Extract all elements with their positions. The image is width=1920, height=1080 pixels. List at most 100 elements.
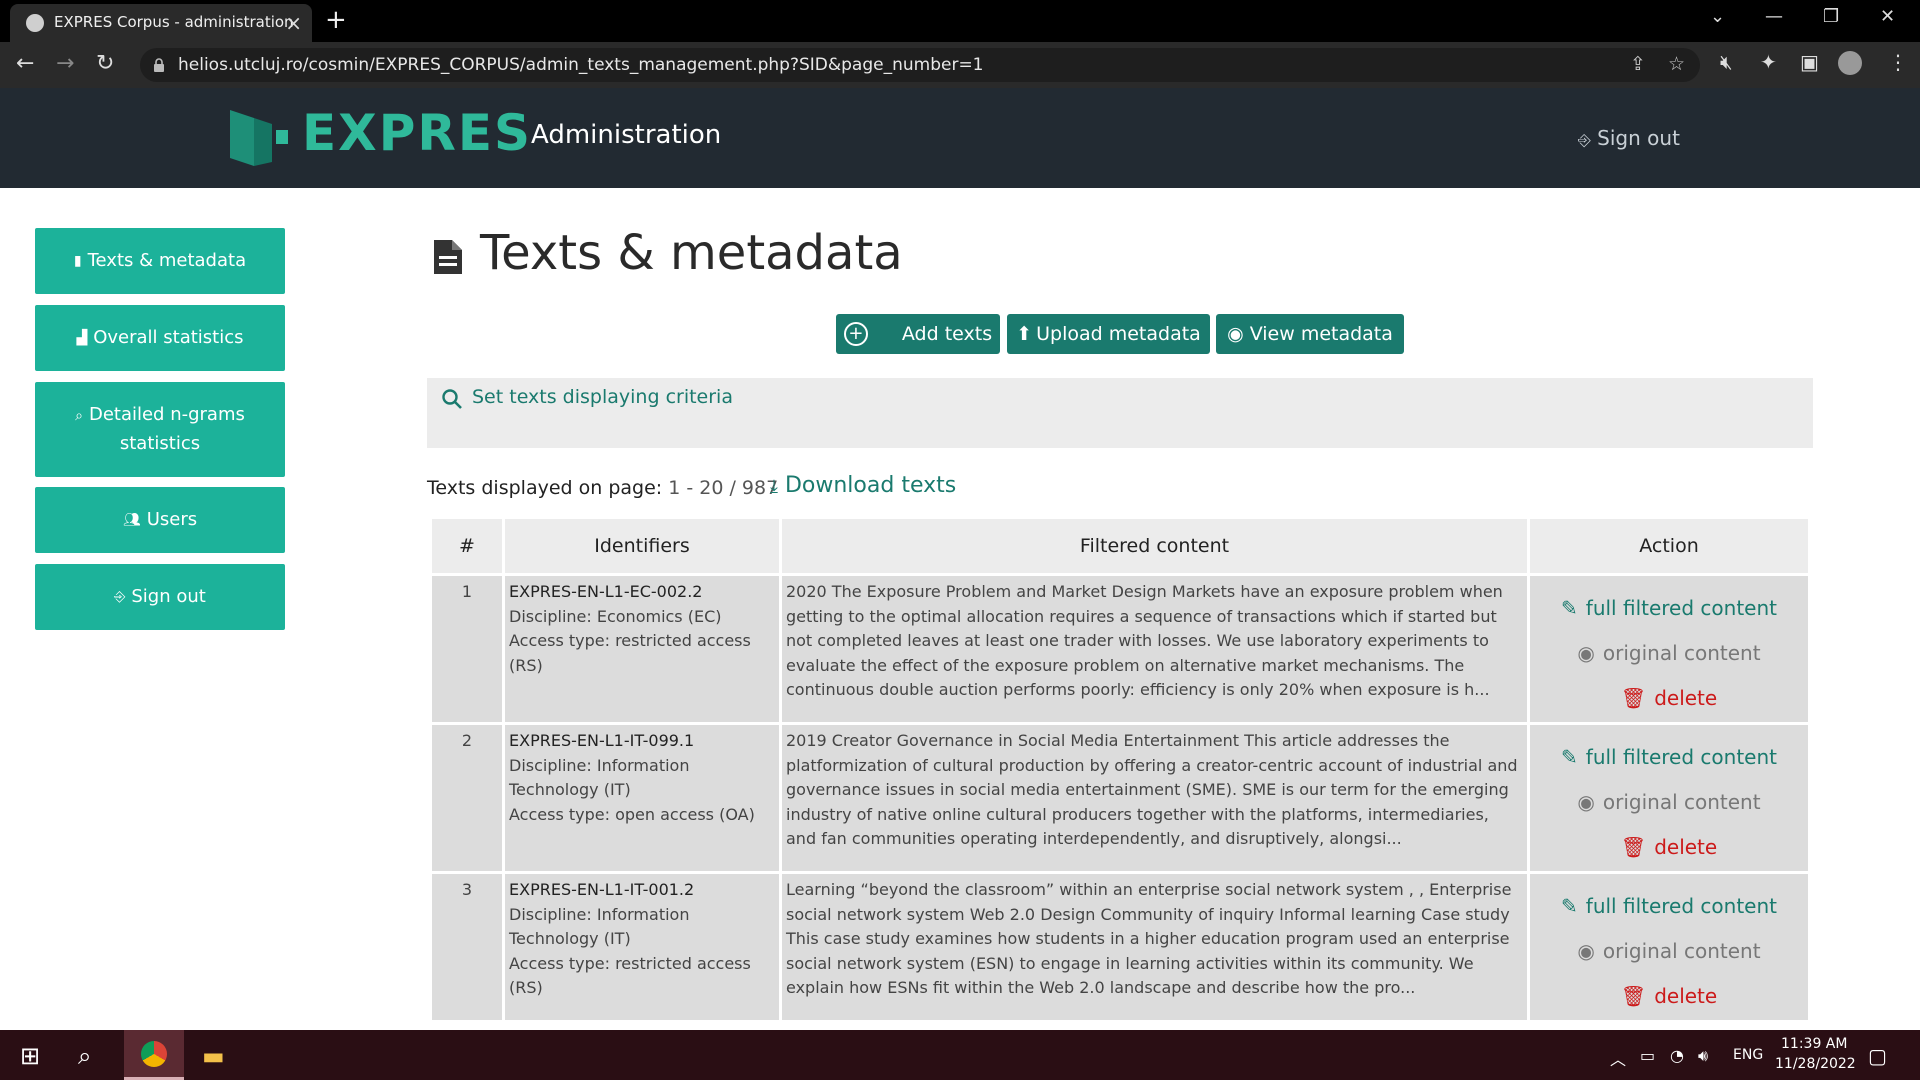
text-code: EXPRES-EN-L1-IT-099.1: [509, 731, 695, 750]
sidebar-item-label: Texts & metadata: [87, 250, 247, 271]
new-tab-button[interactable]: +: [325, 5, 347, 35]
logo-text[interactable]: EXPRES: [302, 104, 532, 162]
restore-icon[interactable]: ❐: [1823, 6, 1839, 27]
minimize-icon[interactable]: —: [1765, 6, 1783, 27]
tab-search-icon[interactable]: ⌄: [1710, 6, 1725, 27]
taskbar-chrome-app[interactable]: [124, 1030, 184, 1080]
column-header-action: Action: [1530, 519, 1808, 573]
sidebar-item-statistics[interactable]: ▟ Overall statistics: [35, 305, 285, 371]
full-filtered-content-link[interactable]: ✎ full filtered content: [1531, 586, 1807, 631]
upload-metadata-button[interactable]: ⬆ Upload metadata: [1007, 314, 1210, 354]
sidebar-item-ngrams[interactable]: ⌕ Detailed n-grams statistics: [35, 382, 285, 477]
view-metadata-button[interactable]: ◉ View metadata: [1216, 314, 1404, 354]
identifiers-cell: EXPRES-EN-L1-EC-002.2 Discipline: Econom…: [505, 576, 779, 722]
row-number: 3: [432, 874, 502, 1020]
windows-start-icon[interactable]: ⊞: [20, 1042, 40, 1070]
delete-link[interactable]: 🗑︎ delete: [1531, 676, 1807, 721]
address-bar[interactable]: helios.utcluj.ro/cosmin/EXPRES_CORPUS/ad…: [140, 48, 1700, 82]
filtered-content: 2020 The Exposure Problem and Market Des…: [782, 576, 1527, 722]
bookmark-star-icon[interactable]: ☆: [1668, 53, 1685, 75]
signout-icon: ⎆: [114, 589, 126, 605]
reload-icon[interactable]: ↻: [96, 51, 114, 76]
sidebar-item-users[interactable]: 👥︎ Users: [35, 487, 285, 553]
sidebar-item-texts[interactable]: ▮ Texts & metadata: [35, 228, 285, 294]
column-header-content: Filtered content: [782, 519, 1527, 573]
extensions-icon[interactable]: ✦: [1760, 50, 1777, 74]
delete-label: delete: [1654, 835, 1718, 859]
window-close-icon[interactable]: ✕: [1880, 6, 1895, 27]
close-tab-icon[interactable]: ×: [285, 11, 302, 35]
language-indicator[interactable]: ENG: [1733, 1047, 1763, 1063]
side-panel-icon[interactable]: ▣: [1800, 50, 1819, 74]
plus-circle-icon: +: [843, 322, 868, 346]
network-icon[interactable]: ◔: [1670, 1046, 1684, 1065]
menu-icon[interactable]: ⋮: [1888, 50, 1908, 74]
upload-icon: ⬆: [1016, 323, 1033, 345]
edit-label: full filtered content: [1585, 596, 1777, 620]
pencil-icon: ✎: [1561, 596, 1578, 620]
original-content-link[interactable]: ◉ original content: [1531, 780, 1807, 825]
view-metadata-label: View metadata: [1249, 323, 1393, 345]
pencil-icon: ✎: [1561, 894, 1578, 918]
delete-link[interactable]: 🗑︎ delete: [1531, 974, 1807, 1019]
volume-icon[interactable]: 🔊︎: [1698, 1046, 1708, 1066]
add-texts-button[interactable]: + Add texts: [836, 314, 1000, 354]
tray-chevron-icon[interactable]: ︿: [1610, 1046, 1626, 1070]
download-icon: ⤓: [770, 476, 778, 497]
full-filtered-content-link[interactable]: ✎ full filtered content: [1531, 884, 1807, 929]
clock-date[interactable]: 11/28/2022: [1775, 1056, 1856, 1072]
filtered-content: Learning “beyond the classroom” within a…: [782, 874, 1527, 1020]
action-cell: ✎ full filtered content ◉ original content…: [1530, 874, 1808, 1020]
header-signout-label: Sign out: [1597, 126, 1680, 150]
delete-label: delete: [1654, 984, 1718, 1008]
url-text: helios.utcluj.ro/cosmin/EXPRES_CORPUS/ad…: [178, 55, 984, 75]
search-icon[interactable]: ⌕: [78, 1042, 91, 1070]
discipline: Discipline: Economics (EC): [509, 606, 722, 626]
pagination-info: Texts displayed on page: 1 - 20 / 987: [427, 477, 778, 499]
eye-icon: ◉: [1227, 323, 1244, 345]
browser-toolbar: ← → ↻ helios.utcluj.ro/cosmin/EXPRES_COR…: [0, 42, 1920, 88]
text-code: EXPRES-EN-L1-EC-002.2: [509, 582, 703, 601]
table-row: 1 EXPRES-EN-L1-EC-002.2 Discipline: Econ…: [432, 576, 1808, 722]
eye-icon: ◉: [1577, 641, 1595, 665]
add-texts-label: Add texts: [901, 323, 993, 345]
globe-icon: [26, 14, 44, 32]
action-cell: ✎ full filtered content ◉ original content…: [1530, 576, 1808, 722]
trash-icon: 🗑︎: [1620, 686, 1647, 710]
browser-tab-strip: EXPRES Corpus - administration × + ⌄ — ❐…: [0, 0, 1920, 42]
original-content-link[interactable]: ◉ original content: [1531, 929, 1807, 974]
notification-icon[interactable]: ▢: [1868, 1044, 1887, 1068]
windows-taskbar: ⊞ ⌕ ▬ ︿ ▭ ◔ 🔊︎ ENG 11:39 AM 11/28/2022 ▢: [0, 1030, 1920, 1080]
identifiers-cell: EXPRES-EN-L1-IT-099.1 Discipline: Inform…: [505, 725, 779, 871]
eye-icon: ◉: [1577, 939, 1595, 963]
browser-tab[interactable]: EXPRES Corpus - administration ×: [10, 4, 312, 42]
zoom-icon: ⌕: [75, 408, 83, 424]
back-icon[interactable]: ←: [16, 51, 34, 76]
share-icon[interactable]: ⇪: [1630, 53, 1646, 75]
edit-label: full filtered content: [1585, 894, 1777, 918]
full-filtered-content-link[interactable]: ✎ full filtered content: [1531, 735, 1807, 780]
action-cell: ✎ full filtered content ◉ original content…: [1530, 725, 1808, 871]
column-header-identifiers: Identifiers: [505, 519, 779, 573]
file-explorer-icon[interactable]: ▬: [202, 1042, 225, 1070]
profile-avatar[interactable]: [1838, 51, 1862, 75]
download-texts-link[interactable]: ⤓ Download texts: [770, 473, 956, 498]
users-icon: 👥︎: [122, 512, 141, 528]
sidebar-item-signout[interactable]: ⎆ Sign out: [35, 564, 285, 630]
search-icon: [442, 389, 462, 409]
filtered-content: 2019 Creator Governance in Social Media …: [782, 725, 1527, 871]
identifiers-cell: EXPRES-EN-L1-IT-001.2 Discipline: Inform…: [505, 874, 779, 1020]
table-row: 3 EXPRES-EN-L1-IT-001.2 Discipline: Info…: [432, 874, 1808, 1020]
access-type: Access type: restricted access (RS): [509, 631, 751, 675]
mute-icon[interactable]: 🔇︎: [1720, 50, 1733, 74]
battery-icon[interactable]: ▭: [1640, 1046, 1655, 1065]
header-title: Administration: [531, 120, 722, 150]
header-signout-link[interactable]: ⎆ Sign out: [1578, 126, 1680, 150]
clock-time[interactable]: 11:39 AM: [1781, 1036, 1847, 1052]
original-content-link[interactable]: ◉ original content: [1531, 631, 1807, 676]
set-criteria-link[interactable]: Set texts displaying criteria: [472, 386, 733, 408]
sidebar-item-label: Sign out: [131, 586, 206, 607]
forward-icon[interactable]: →: [56, 51, 74, 76]
chrome-icon: [141, 1041, 167, 1067]
delete-link[interactable]: 🗑︎ delete: [1531, 825, 1807, 870]
